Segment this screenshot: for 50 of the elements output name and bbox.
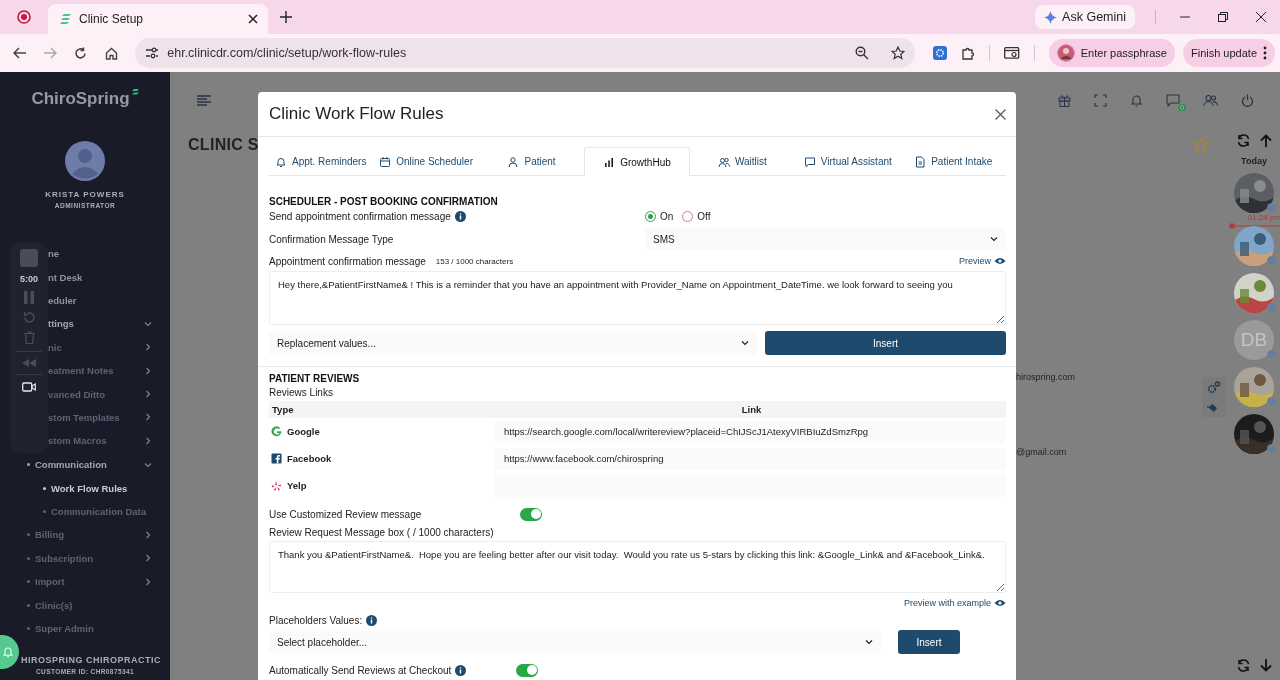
- user-name: KRISTA POWERS: [44, 190, 126, 199]
- insert-button[interactable]: Insert: [765, 331, 1006, 355]
- email-text: hirospring.com: [1016, 372, 1076, 382]
- radio-option[interactable]: On: [645, 210, 674, 222]
- tab[interactable]: GrowthHub: [584, 147, 690, 176]
- sidebar-item[interactable]: ttings: [48, 312, 170, 336]
- radio-option[interactable]: Off: [682, 210, 711, 222]
- field-label: Reviews Links: [269, 387, 334, 398]
- preview-link[interactable]: Preview: [959, 256, 1006, 266]
- field-label: Automatically Send Reviews at Checkout: [269, 664, 452, 676]
- field-label: Placeholders Values:: [269, 614, 363, 626]
- sidebar-item[interactable]: nt Desk: [48, 265, 170, 289]
- update-button[interactable]: Finish update: [1182, 39, 1275, 67]
- recording-timer: 5:00: [20, 274, 38, 284]
- email-text: @gmail.com: [1016, 447, 1067, 457]
- review-message-field[interactable]: Thank you &PatientFirstName&. Hope you are feeling better after our visit today. Would you rate us 5-stars by clicking this link: &Google_Link& and &Facebook_Link&.: [269, 541, 1006, 593]
- field-label: Confirmation Message Type: [269, 233, 394, 245]
- character-counter: 153 / 1000 characters: [435, 256, 514, 266]
- field-label: Use Customized Review message: [269, 508, 423, 520]
- profile-button[interactable]: Enter passphrase: [1048, 39, 1175, 67]
- message-field[interactable]: Hey there,&PatientFirstName& ! This is a reminder that you have an appointment with Provider_Name on Appointment_DateTime. we look forward to seeing you: [269, 271, 1006, 325]
- app-logo: ChiroSpring: [31, 89, 130, 109]
- dialog-title: Clinic Work Flow Rules: [269, 104, 444, 124]
- sidebar-item[interactable]: Work Flow Rules: [0, 476, 170, 500]
- review-site-name: Facebook: [287, 453, 332, 464]
- review-link-field[interactable]: https://search.google.com/local/writereview?placeid=ChIJScJ1AtexyVIRBIuZdSmzRpg: [494, 420, 1006, 443]
- field-label: Appointment confirmation message: [269, 255, 426, 267]
- browser-tab[interactable]: Clinic Setup: [48, 4, 268, 34]
- section-heading: SCHEDULER - POST BOOKING CONFIRMATION: [269, 196, 499, 207]
- preview-link[interactable]: Preview with example: [903, 598, 1006, 608]
- review-link-field[interactable]: https://www.facebook.com/chirospring: [494, 447, 1006, 470]
- sidebar-item[interactable]: eduler: [48, 288, 170, 313]
- gemini-button[interactable]: Ask Gemini: [1035, 5, 1135, 29]
- sidebar-item[interactable]: Communication: [0, 453, 170, 477]
- address-bar[interactable]: ehr.clinicdr.com/clinic/setup/work-flow-rules: [135, 38, 915, 68]
- day-heading: Today: [1241, 156, 1267, 166]
- section-heading: PATIENT REVIEWS: [269, 373, 361, 384]
- column-header: Type: [271, 404, 295, 415]
- sidebar-item[interactable]: ne: [48, 242, 170, 266]
- column-header: Link: [740, 404, 763, 415]
- review-site-name: Yelp: [287, 480, 307, 491]
- clinic-name: HIROSPRING CHIROPRACTIC: [20, 655, 162, 665]
- message-type-select[interactable]: SMS: [645, 228, 1006, 250]
- field-label: Review Request Message box ( / 1000 characters): [269, 527, 495, 540]
- field-label: Send appointment confirmation message: [269, 210, 451, 222]
- insert-button[interactable]: Insert: [898, 630, 960, 654]
- review-site-name: Google: [287, 426, 320, 437]
- page-title: CLINIC S: [188, 136, 259, 154]
- placeholder-select[interactable]: Select placeholder...: [269, 631, 881, 653]
- replacement-values-select[interactable]: Replacement values...: [269, 331, 757, 355]
